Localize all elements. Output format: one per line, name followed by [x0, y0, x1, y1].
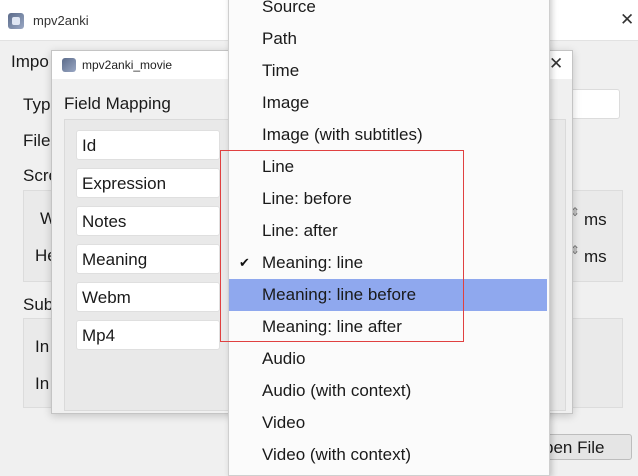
menu-item-meaning-line[interactable]: ✔ Meaning: line — [229, 247, 547, 279]
field-webm: Webm — [76, 282, 220, 312]
main-window-title: mpv2anki — [33, 13, 89, 28]
input-label-2: In — [35, 374, 50, 393]
field-mp4: Mp4 — [76, 320, 220, 350]
width-unit: ms — [584, 210, 607, 229]
dialog-title: mpv2anki_movie — [82, 58, 173, 72]
menu-item-line-before[interactable]: Line: before — [229, 183, 547, 215]
close-icon[interactable]: ✕ — [620, 10, 634, 30]
menu-item-audio[interactable]: Audio — [229, 343, 547, 375]
type-label: Typ — [23, 95, 51, 114]
input-label-1: In — [35, 337, 50, 356]
import-label: Impo — [11, 52, 49, 71]
dialog-app-icon — [62, 58, 76, 72]
field-id: Id — [76, 130, 220, 160]
subtitle-label: Sub — [23, 295, 54, 314]
check-icon: ✔ — [239, 255, 250, 270]
menu-item-image-with-subtitles[interactable]: Image (with subtitles) — [229, 119, 547, 151]
menu-item-meaning-line-after[interactable]: Meaning: line after — [229, 311, 547, 343]
menu-item-line[interactable]: Line — [229, 151, 547, 183]
app-icon — [8, 13, 24, 29]
open-file-button[interactable]: pen File — [540, 434, 632, 460]
menu-item-source[interactable]: Source — [229, 0, 547, 23]
field-mapping-title: Field Mapping — [64, 94, 171, 113]
menu-item-audio-with-context[interactable]: Audio (with context) — [229, 375, 547, 407]
menu-item-video[interactable]: Video — [229, 407, 547, 439]
menu-item-time[interactable]: Time — [229, 55, 547, 87]
menu-item-meaning-line-label: Meaning: line — [262, 253, 364, 272]
menu-item-image[interactable]: Image — [229, 87, 547, 119]
field-source-dropdown: Source Path Time Image Image (with subti… — [228, 0, 550, 476]
menu-item-video-with-context[interactable]: Video (with context) — [229, 439, 547, 471]
menu-item-path[interactable]: Path — [229, 23, 547, 55]
height-unit: ms — [584, 247, 607, 266]
menu-item-meaning-line-before[interactable]: Meaning: line before — [229, 279, 547, 311]
menu-item-line-after[interactable]: Line: after — [229, 215, 547, 247]
field-notes: Notes — [76, 206, 220, 236]
field-expression: Expression — [76, 168, 220, 198]
field-meaning: Meaning — [76, 244, 220, 274]
dialog-close-icon[interactable]: ✕ — [549, 54, 563, 74]
file-label: File — [23, 131, 51, 150]
